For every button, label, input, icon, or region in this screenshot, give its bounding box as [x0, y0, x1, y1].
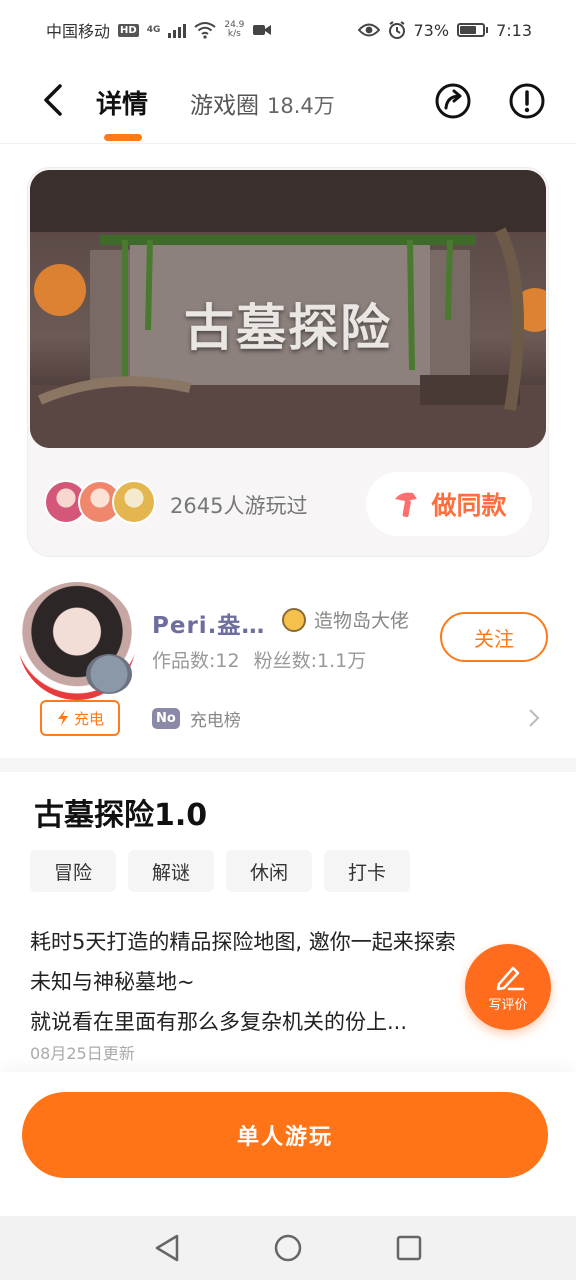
- chevron-left-icon: [44, 84, 62, 116]
- video-camera-icon: [253, 25, 272, 35]
- exclamation-icon: [509, 83, 545, 119]
- role-badge-icon: [282, 607, 306, 632]
- author-name[interactable]: Peri.盎…: [152, 606, 265, 640]
- player-avatars: [44, 480, 156, 524]
- make-same-button[interactable]: 做同款: [366, 472, 532, 536]
- tab-game-circle[interactable]: 游戏圈 18.4万: [190, 86, 335, 120]
- battery-percent: 73%: [413, 20, 450, 40]
- author-section: Peri.盎… 造物岛大佬 作品数:12 粉丝数:1.1万 关注 充电 No 充…: [0, 572, 576, 758]
- tag-list: 冒险 解谜 休闲 打卡: [30, 850, 410, 892]
- hammer-icon: [395, 492, 418, 518]
- follow-button[interactable]: 关注: [440, 612, 548, 662]
- cat-badge-icon: [86, 654, 132, 694]
- share-button[interactable]: [434, 82, 472, 120]
- desc-line: 耗时5天打造的精品探险地图, 邀你一起来探索: [30, 930, 456, 954]
- charge-label: 充电: [73, 709, 104, 728]
- system-nav-bar: [0, 1216, 576, 1280]
- section-divider: [0, 758, 576, 772]
- nav-home-circle-icon[interactable]: [274, 1234, 302, 1262]
- tag-item[interactable]: 冒险: [30, 850, 116, 892]
- tab-game-circle-label: 游戏圈: [190, 93, 259, 119]
- net-type: 4G: [146, 24, 161, 35]
- top-nav: 详情 游戏圈 18.4万: [0, 62, 576, 144]
- write-review-button[interactable]: 写评价: [465, 944, 551, 1030]
- update-date: 08月25日更新: [30, 1044, 135, 1063]
- tab-detail[interactable]: 详情: [96, 84, 148, 121]
- works-count: 作品数:12: [152, 650, 240, 672]
- bottom-action-bar: 单人游玩: [0, 1072, 576, 1216]
- eye-icon: [357, 23, 380, 37]
- rank-badge: No: [152, 708, 180, 729]
- card-footer: 2645人游玩过 做同款: [28, 454, 548, 554]
- wifi-icon: [194, 22, 216, 39]
- lightning-icon: [57, 710, 68, 726]
- cover-title: 古墓探险: [184, 299, 392, 357]
- nav-recents-square-icon[interactable]: [396, 1235, 422, 1261]
- active-tab-indicator: [104, 134, 142, 141]
- tag-item[interactable]: 打卡: [324, 850, 410, 892]
- battery-icon: [457, 23, 489, 37]
- report-button[interactable]: [508, 82, 546, 120]
- played-count: 2645人游玩过: [170, 494, 308, 518]
- tag-item[interactable]: 休闲: [226, 850, 312, 892]
- solo-play-button[interactable]: 单人游玩: [22, 1092, 548, 1178]
- status-left: 中国移动 HD 4G 24.9 k/s: [46, 18, 272, 42]
- avatar: [112, 480, 156, 524]
- rank-label: 充电榜: [189, 711, 241, 731]
- fans-count: 粉丝数:1.1万: [253, 650, 367, 672]
- author-stats: 作品数:12 粉丝数:1.1万: [152, 646, 366, 673]
- game-card[interactable]: 古墓探险 2645人游玩过 做同款: [28, 168, 548, 556]
- nav-back-triangle-icon[interactable]: [154, 1234, 180, 1262]
- status-right: 73% 7:13: [357, 20, 532, 40]
- make-same-label: 做同款: [431, 491, 507, 520]
- net-type-label: 4G: [146, 24, 161, 35]
- status-bar: 中国移动 HD 4G 24.9 k/s 73% 7:13: [0, 0, 576, 60]
- charge-rank-row[interactable]: No 充电榜: [152, 706, 241, 731]
- game-title: 古墓探险1.0: [34, 798, 208, 833]
- signal-icon: [168, 22, 187, 38]
- carrier-label: 中国移动: [46, 22, 111, 41]
- clock: 7:13: [496, 20, 532, 40]
- back-button[interactable]: [36, 80, 70, 120]
- pencil-icon: [496, 966, 525, 990]
- game-cover-image[interactable]: 古墓探险: [30, 170, 546, 448]
- share-icon: [435, 83, 471, 119]
- net-speed-unit: k/s: [227, 29, 241, 39]
- write-review-label: 写评价: [488, 997, 528, 1013]
- tag-item[interactable]: 解谜: [128, 850, 214, 892]
- author-role: 造物岛大佬: [282, 606, 409, 633]
- hd-badge: HD: [118, 23, 139, 37]
- tab-game-circle-count: 18.4万: [267, 94, 335, 118]
- chevron-right-icon[interactable]: [528, 708, 540, 728]
- author-role-label: 造物岛大佬: [314, 610, 410, 632]
- alarm-icon: [388, 21, 405, 39]
- charge-button[interactable]: 充电: [40, 700, 120, 736]
- net-speed: 24.9 k/s: [224, 21, 244, 39]
